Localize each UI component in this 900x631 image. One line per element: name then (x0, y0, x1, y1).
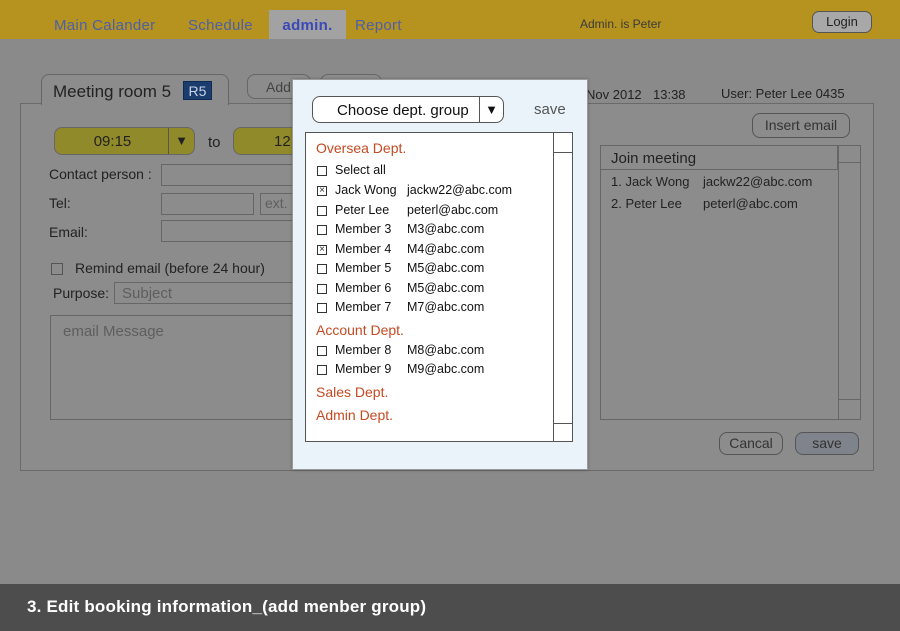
join-list-scrollbar[interactable] (838, 145, 861, 420)
tel-input[interactable] (161, 193, 254, 215)
join-member-email: jackw22@abc.com (703, 174, 813, 189)
dropdown-arrow-icon: ▼ (168, 128, 194, 154)
dept-group-select-label: Choose dept. group (337, 102, 469, 119)
member-row[interactable]: Member 9 M9@abc.com (316, 362, 552, 378)
member-email: M9@abc.com (407, 362, 485, 376)
member-checkbox[interactable] (317, 206, 327, 216)
member-list-scrollbar[interactable] (553, 133, 573, 441)
popup-save-button[interactable]: save (534, 101, 566, 118)
dept-heading-oversea[interactable]: Oversea Dept. (316, 140, 406, 156)
message-placeholder: email Message (63, 323, 164, 340)
booking-time: 13:38 (653, 87, 686, 102)
member-name: Member 7 (335, 300, 392, 314)
insert-email-button[interactable]: Insert email (752, 113, 850, 138)
admin-user-text: Admin. is Peter (580, 17, 662, 31)
booking-user: User: Peter Lee 0435 (721, 86, 845, 101)
member-row[interactable]: × Member 4 M4@abc.com (316, 242, 552, 258)
member-row[interactable]: × Jack Wong jackw22@abc.com (316, 183, 552, 199)
purpose-label: Purpose: (53, 285, 110, 301)
member-checkbox[interactable] (317, 225, 327, 235)
remind-checkbox[interactable] (51, 263, 63, 275)
member-name: Member 6 (335, 281, 392, 295)
cancel-button[interactable]: Cancal (719, 432, 783, 455)
dept-heading-sales[interactable]: Sales Dept. (316, 384, 388, 400)
member-name: Member 5 (335, 261, 392, 275)
member-checkbox[interactable]: × (317, 245, 327, 255)
booking-date: Nov 2012 (586, 87, 642, 102)
contact-person-label: Contact person : (49, 166, 152, 182)
top-nav-bar: Main Calander Schedule admin. Report Adm… (0, 0, 900, 39)
to-label: to (208, 134, 221, 151)
member-name: Peter Lee (335, 203, 390, 217)
member-row[interactable]: Member 6 M5@abc.com (316, 281, 552, 297)
member-checkbox[interactable]: × (317, 186, 327, 196)
member-row[interactable]: Member 7 M7@abc.com (316, 300, 552, 316)
tel-label: Tel: (49, 195, 71, 211)
member-checkbox[interactable] (317, 346, 327, 356)
email-label: Email: (49, 224, 88, 240)
subject-placeholder: Subject (122, 285, 173, 302)
email-input[interactable] (161, 220, 301, 242)
member-email: M8@abc.com (407, 343, 485, 357)
ext-placeholder: ext. (265, 195, 288, 211)
member-email: jackw22@abc.com (407, 183, 513, 197)
member-checkbox[interactable] (317, 365, 327, 375)
nav-report[interactable]: Report (355, 17, 402, 34)
select-all-checkbox[interactable] (317, 166, 327, 176)
save-button[interactable]: save (795, 432, 859, 455)
select-all-row[interactable]: Select all (316, 163, 552, 179)
member-email: M5@abc.com (407, 281, 485, 295)
member-checkbox[interactable] (317, 303, 327, 313)
end-time-value: 12 (274, 133, 291, 150)
join-meeting-header: Join meeting (600, 145, 838, 170)
dept-group-select[interactable]: Choose dept. group ▼ (312, 96, 504, 123)
step-caption: 3. Edit booking information_(add menber … (27, 597, 427, 616)
member-email: M4@abc.com (407, 242, 485, 256)
select-all-label: Select all (335, 163, 386, 177)
nav-schedule[interactable]: Schedule (188, 17, 253, 34)
dropdown-arrow-icon: ▼ (479, 97, 503, 122)
caption-bar: 3. Edit booking information_(add menber … (0, 584, 900, 631)
contact-person-input[interactable] (161, 164, 301, 186)
start-time-value: 09:15 (93, 133, 132, 150)
join-member-email: peterl@abc.com (703, 196, 798, 211)
join-member-name: 2. Peter Lee (611, 196, 682, 211)
room-badge: R5 (183, 81, 212, 100)
member-row[interactable]: Member 3 M3@abc.com (316, 222, 552, 238)
member-email: M5@abc.com (407, 261, 485, 275)
member-name: Member 9 (335, 362, 392, 376)
member-checkbox[interactable] (317, 284, 327, 294)
member-email: peterl@abc.com (407, 203, 499, 217)
nav-main-calendar[interactable]: Main Calander (54, 17, 155, 34)
member-name: Member 4 (335, 242, 392, 256)
dept-group-popup: Choose dept. group ▼ save Oversea Dept. … (292, 79, 588, 470)
member-row[interactable]: Member 5 M5@abc.com (316, 261, 552, 277)
nav-admin[interactable]: admin. (269, 10, 346, 39)
member-email: M7@abc.com (407, 300, 485, 314)
member-name: Jack Wong (335, 183, 397, 197)
join-list-item: 1. Jack Wong jackw22@abc.com (611, 174, 812, 189)
room-label: Meeting room 5 (53, 82, 172, 101)
member-row[interactable]: Peter Lee peterl@abc.com (316, 203, 552, 219)
member-name: Member 3 (335, 222, 392, 236)
member-list: Oversea Dept. Select all × Jack Wong jac… (305, 132, 573, 442)
member-email: M3@abc.com (407, 222, 485, 236)
member-checkbox[interactable] (317, 264, 327, 274)
login-button[interactable]: Login (812, 11, 872, 33)
member-row[interactable]: Member 8 M8@abc.com (316, 343, 552, 359)
dept-heading-account[interactable]: Account Dept. (316, 322, 404, 338)
start-time-select[interactable]: 09:15 ▼ (54, 127, 195, 155)
member-name: Member 8 (335, 343, 392, 357)
tab-meeting-room[interactable]: Meeting room 5 R5 (41, 74, 229, 105)
dept-heading-admin[interactable]: Admin Dept. (316, 407, 393, 423)
join-member-name: 1. Jack Wong (611, 174, 690, 189)
join-list-item: 2. Peter Lee peterl@abc.com (611, 196, 798, 211)
remind-label: Remind email (before 24 hour) (75, 260, 265, 276)
